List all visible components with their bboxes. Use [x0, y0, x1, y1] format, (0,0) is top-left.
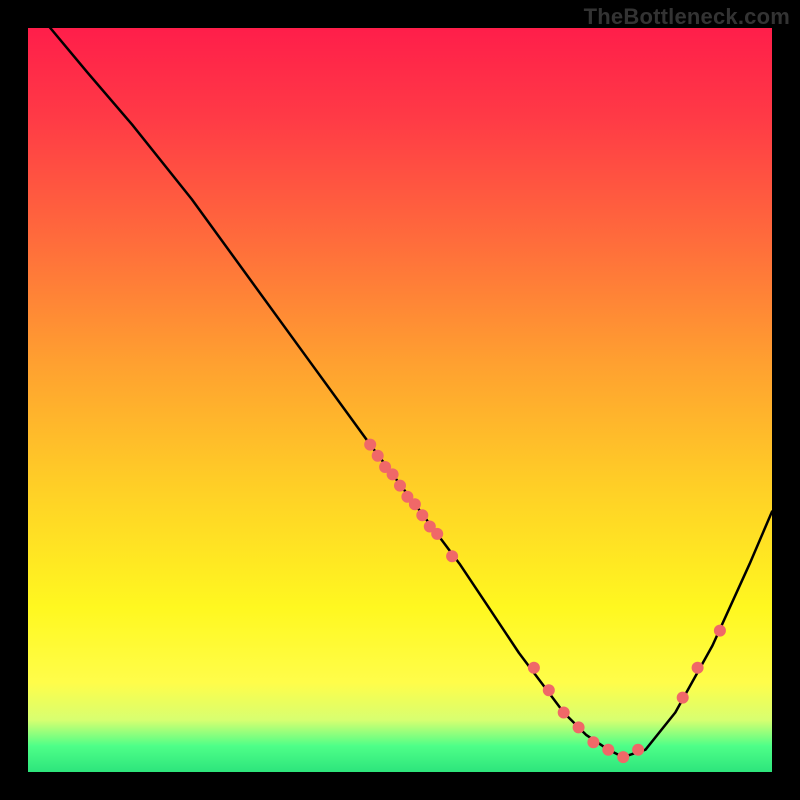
- marker-point: [364, 439, 376, 451]
- plot-area: [28, 28, 772, 772]
- marker-point: [617, 751, 629, 763]
- chart-container: TheBottleneck.com: [0, 0, 800, 800]
- marker-point: [602, 744, 614, 756]
- marker-point: [387, 468, 399, 480]
- marker-point: [543, 684, 555, 696]
- marker-point: [677, 692, 689, 704]
- curve-overlay: [28, 28, 772, 772]
- marker-point: [431, 528, 443, 540]
- marker-point: [446, 550, 458, 562]
- marker-group: [364, 439, 726, 763]
- bottleneck-curve: [28, 28, 772, 757]
- marker-point: [416, 509, 428, 521]
- marker-point: [372, 450, 384, 462]
- marker-point: [692, 662, 704, 674]
- marker-point: [394, 480, 406, 492]
- watermark-label: TheBottleneck.com: [584, 4, 790, 30]
- marker-point: [558, 707, 570, 719]
- marker-point: [409, 498, 421, 510]
- marker-point: [714, 625, 726, 637]
- marker-point: [632, 744, 644, 756]
- marker-point: [528, 662, 540, 674]
- marker-point: [573, 721, 585, 733]
- marker-point: [587, 736, 599, 748]
